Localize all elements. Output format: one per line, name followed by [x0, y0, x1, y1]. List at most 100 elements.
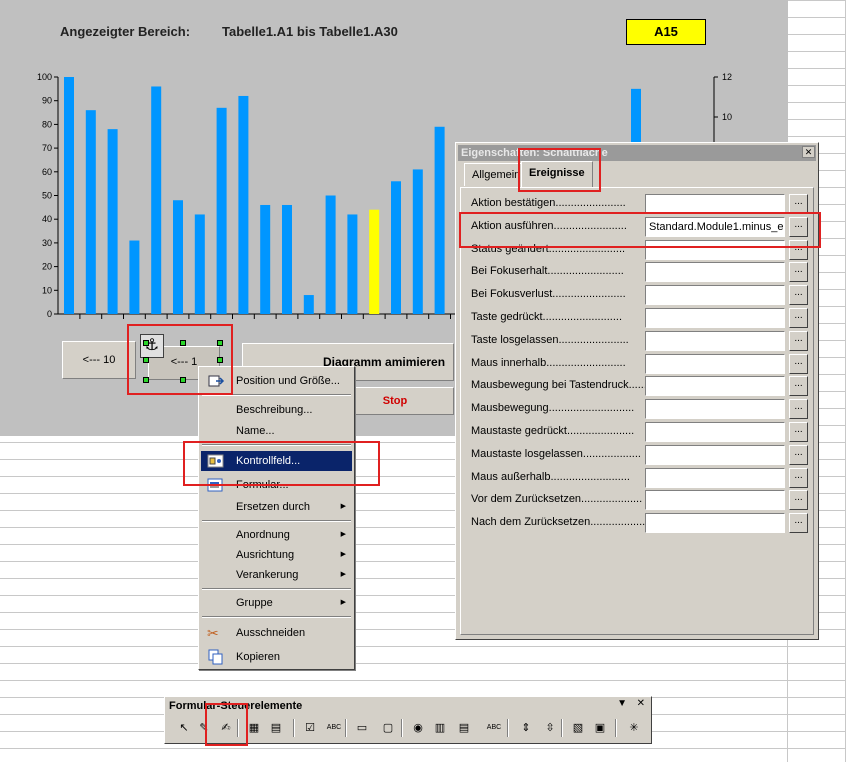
group-box-icon[interactable]: ▣: [591, 719, 609, 737]
menu-item-name[interactable]: Name...: [201, 421, 352, 441]
chart-bar: [216, 107, 227, 314]
y2-tick-label: 10: [722, 112, 732, 122]
assign-macro-button[interactable]: ...: [789, 422, 808, 442]
menu-item-label: Position und Größe...: [236, 375, 340, 387]
assign-macro-button[interactable]: ...: [789, 399, 808, 420]
image-control-icon[interactable]: ▧: [569, 719, 587, 737]
event-macro-field[interactable]: [645, 330, 785, 351]
event-macro-field[interactable]: [645, 467, 785, 488]
event-macro-field[interactable]: [645, 353, 785, 374]
assign-macro-button[interactable]: ...: [789, 467, 808, 488]
assign-macro-button[interactable]: ...: [789, 444, 808, 465]
assign-macro-button[interactable]: ...: [789, 353, 808, 374]
event-macro-field[interactable]: [645, 422, 785, 442]
event-macro-field[interactable]: [645, 513, 785, 534]
menu-separator: [202, 520, 351, 522]
scrollbar-icon[interactable]: ⇳: [541, 719, 559, 737]
option-button-icon[interactable]: ◉: [409, 719, 427, 737]
chart-bar: [391, 181, 401, 314]
select-icon[interactable]: ↖: [175, 719, 193, 737]
event-row: Vor dem Zurücksetzen....................…: [471, 490, 811, 511]
menu-item-label: Gruppe: [236, 597, 273, 609]
annotation-box: [183, 441, 380, 486]
menu-item-ausrichtung[interactable]: Ausrichtung ▶: [201, 545, 352, 565]
dialog-title: Eigenschaften: Schaltfläche: [458, 145, 816, 161]
event-macro-field[interactable]: [645, 376, 785, 397]
chart-bar: [129, 240, 140, 314]
event-row: Maus innerhalb..........................…: [471, 353, 811, 374]
event-label: Mausbewegung bei Tastendruck............: [471, 379, 666, 392]
menu-item-label: Ausrichtung: [236, 549, 295, 561]
event-label: Taste losgelassen.......................: [471, 333, 629, 346]
event-macro-field[interactable]: [645, 399, 785, 420]
menu-item-verankerung[interactable]: Verankerung ▶: [201, 565, 352, 585]
menu-item-ersetzen[interactable]: Ersetzen durch ▶: [201, 497, 352, 517]
y-tick-label: 50: [42, 191, 52, 201]
event-macro-field[interactable]: [645, 285, 785, 306]
assign-macro-button[interactable]: ...: [789, 308, 808, 328]
spin-button-icon[interactable]: ⇕: [517, 719, 535, 737]
assign-macro-button[interactable]: ...: [789, 376, 808, 397]
menu-separator: [202, 588, 351, 590]
toolbar-separator: [345, 719, 347, 737]
event-row: Bei Fokusverlust........................…: [471, 285, 811, 306]
menu-item-gruppe[interactable]: Gruppe ▶: [201, 593, 352, 613]
event-label: Bei Fokuserhalt.........................: [471, 265, 624, 278]
event-row: Aktion bestätigen.......................…: [471, 194, 811, 214]
assign-macro-button[interactable]: ...: [789, 194, 808, 214]
chart-bar: [64, 77, 74, 314]
menu-item-anordnung[interactable]: Anordnung ▶: [201, 525, 352, 545]
toolbar-separator: [561, 719, 563, 737]
event-row: Taste losgelassen.......................…: [471, 330, 811, 351]
assign-macro-button[interactable]: ...: [789, 513, 808, 534]
event-label: Maus innerhalb..........................: [471, 356, 626, 369]
toolbar-separator: [293, 719, 295, 737]
event-label: Maus außerhalb..........................: [471, 470, 630, 483]
y-tick-label: 40: [42, 214, 52, 224]
chart-bar: [238, 95, 249, 315]
event-macro-field[interactable]: [645, 262, 785, 283]
submenu-arrow-icon: ▶: [340, 571, 346, 578]
toolbar-separator: [615, 719, 617, 737]
event-label: Aktion bestätigen.......................: [471, 197, 626, 209]
assign-macro-button[interactable]: ...: [789, 330, 808, 351]
y-tick-label: 60: [42, 167, 52, 177]
chart-bar: [347, 214, 358, 314]
event-row: Taste gedrückt..........................…: [471, 308, 811, 328]
event-macro-field[interactable]: [645, 444, 785, 465]
label-icon[interactable]: ▭: [353, 719, 371, 737]
tab-ereignisse[interactable]: Ereignisse: [521, 161, 593, 187]
menu-item-beschreibung[interactable]: Beschreibung...: [201, 400, 352, 420]
chart-bar: [194, 214, 205, 314]
combo-box-icon[interactable]: ▤: [455, 719, 473, 737]
wizards-icon[interactable]: ✳: [625, 719, 643, 737]
close-icon[interactable]: ✕: [637, 698, 645, 709]
menu-item-label: Ersetzen durch: [236, 501, 310, 513]
assign-macro-button[interactable]: ...: [789, 285, 808, 306]
formatted-field-icon[interactable]: ABC: [485, 719, 503, 737]
back-10-button[interactable]: <--- 10: [62, 341, 136, 379]
event-label: Mausbewegung............................: [471, 402, 635, 415]
list-box-icon[interactable]: ▥: [431, 719, 449, 737]
event-label: Nach dem Zurücksetzen...................: [471, 516, 649, 529]
assign-macro-button[interactable]: ...: [789, 490, 808, 511]
y-tick-label: 80: [42, 119, 52, 129]
submenu-arrow-icon: ▶: [340, 551, 346, 558]
event-macro-field[interactable]: [645, 490, 785, 511]
event-label: Bei Fokusverlust........................: [471, 288, 626, 301]
checkbox-icon[interactable]: ☑: [301, 719, 319, 737]
assign-macro-button[interactable]: ...: [789, 262, 808, 283]
event-macro-field[interactable]: [645, 308, 785, 328]
range-label: Angezeigter Bereich:: [60, 24, 191, 39]
form-navigator-icon[interactable]: ▤: [267, 719, 285, 737]
menu-item-kopieren[interactable]: Kopieren: [201, 647, 352, 667]
y-tick-label: 0: [47, 309, 52, 319]
menu-item-label: Name...: [236, 425, 275, 437]
toolbar-separator: [401, 719, 403, 737]
menu-item-ausschneiden[interactable]: ✂ Ausschneiden: [201, 623, 352, 643]
event-macro-field[interactable]: [645, 194, 785, 214]
close-icon[interactable]: ✕: [802, 146, 815, 158]
text-box-icon[interactable]: ABC: [325, 719, 343, 737]
toolbar-menu-icon[interactable]: ▼: [617, 698, 627, 709]
push-button-icon[interactable]: ▢: [379, 719, 397, 737]
